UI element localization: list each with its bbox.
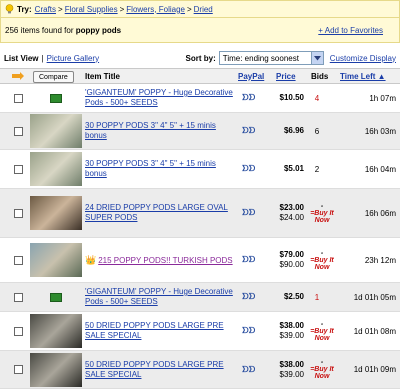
list-item: 30 POPPY PODS 3" 4" 5" + 15 minis bonus …	[0, 113, 400, 150]
suggestion-bar: Try: Crafts > Floral Supplies > Flowers,…	[0, 0, 400, 18]
time-left: 1d 01h 09m	[353, 365, 396, 374]
buy-it-now-icon: - =Buy It Now	[310, 359, 334, 380]
time-left: 1h 07m	[369, 93, 396, 103]
item-price: $38.00 $39.00	[279, 321, 304, 340]
paypal-icon: ᗤᗤ	[242, 326, 256, 335]
camera-icon	[50, 93, 62, 103]
time-left: 16h 04m	[364, 164, 396, 174]
paypal-icon: ᗤᗤ	[242, 164, 256, 173]
try-label: Try:	[17, 4, 32, 14]
result-count: 256	[5, 25, 19, 35]
bid-count: 1	[314, 292, 320, 302]
paypal-icon: ᗤᗤ	[242, 126, 256, 135]
item-price: $10.50	[279, 93, 304, 102]
item-thumbnail[interactable]	[30, 352, 82, 387]
item-price: $2.50	[283, 292, 304, 301]
results-table-header: Compare Item Title PayPal Price Bids Tim…	[0, 69, 400, 84]
item-price: $5.01	[283, 164, 304, 173]
list-item: 50 DRIED POPPY PODS LARGE PRE SALE SPECI…	[0, 351, 400, 389]
price-header[interactable]: Price	[276, 69, 296, 83]
item-price: $79.00 $90.00	[279, 250, 304, 269]
bids-header: Bids	[311, 71, 329, 81]
category-link-dried[interactable]: Dried	[194, 5, 213, 14]
camera-icon	[50, 292, 62, 302]
item-title-link[interactable]: 24 DRIED POPPY PODS LARGE OVAL SUPER POD…	[85, 203, 235, 223]
select-checkbox[interactable]	[14, 255, 23, 265]
compare-button[interactable]: Compare	[33, 71, 74, 83]
item-thumbnail[interactable]	[30, 243, 82, 277]
list-item: 'GIGANTEUM' POPPY - Huge Decorative Pods…	[0, 84, 400, 113]
paypal-icon: ᗤᗤ	[242, 93, 256, 102]
bid-count: 6	[314, 126, 320, 136]
select-checkbox[interactable]	[14, 164, 23, 174]
item-thumbnail[interactable]	[30, 314, 82, 348]
select-checkbox[interactable]	[14, 326, 23, 336]
time-left: 1d 01h 08m	[353, 326, 396, 336]
results-summary: 256 items found for poppy pods + Add to …	[0, 18, 400, 43]
item-title-link[interactable]: 30 POPPY PODS 3" 4" 5" + 15 minis bonus	[85, 159, 235, 179]
add-to-favorites-link[interactable]: + Add to Favorites	[318, 26, 383, 35]
item-price: $38.00 $39.00	[279, 359, 304, 379]
item-title-link[interactable]: 'GIGANTEUM' POPPY - Huge Decorative Pods…	[85, 287, 235, 307]
picture-gallery-link[interactable]: Picture Gallery	[47, 54, 99, 63]
paypal-icon: ᗤᗤ	[242, 364, 256, 374]
list-item: 👑 215 POPPY PODS!! TURKISH PODS ᗤᗤ $79.00…	[0, 238, 400, 283]
item-title-link[interactable]: 30 POPPY PODS 3" 4" 5" + 15 minis bonus	[85, 121, 235, 141]
time-left: 16h 06m	[364, 208, 396, 218]
paypal-icon: ᗤᗤ	[242, 292, 256, 301]
item-title-header: Item Title	[85, 71, 120, 81]
category-link-floral-supplies[interactable]: Floral Supplies	[65, 5, 118, 14]
select-checkbox[interactable]	[14, 292, 23, 302]
list-item: 30 POPPY PODS 3" 4" 5" + 15 minis bonus …	[0, 150, 400, 189]
paypal-icon: ᗤᗤ	[242, 208, 256, 217]
chevron-down-icon	[310, 52, 323, 64]
time-left: 1d 01h 05m	[353, 292, 396, 302]
item-thumbnail[interactable]	[30, 114, 82, 148]
select-checkbox[interactable]	[14, 126, 23, 136]
select-checkbox[interactable]	[14, 93, 23, 103]
item-price: $23.00 $24.00	[279, 203, 304, 222]
list-item: 50 DRIED POPPY PODS LARGE PRE SALE SPECI…	[0, 312, 400, 351]
buy-it-now-icon: - =Buy It Now	[310, 249, 334, 271]
search-query: poppy pods	[75, 25, 122, 35]
list-view-label: List View	[4, 53, 39, 63]
bid-count: 4	[314, 93, 320, 103]
crown-icon: 👑	[85, 254, 97, 265]
time-left: 16h 03m	[364, 126, 396, 136]
item-title-link[interactable]: 50 DRIED POPPY PODS LARGE PRE SALE SPECI…	[85, 360, 235, 380]
buy-it-now-icon: - =Buy It Now	[310, 202, 334, 224]
paypal-icon: ᗤᗤ	[242, 255, 256, 264]
bid-count: 2	[314, 164, 320, 174]
list-item: 'GIGANTEUM' POPPY - Huge Decorative Pods…	[0, 283, 400, 312]
sort-select[interactable]: Time: ending soonest	[218, 51, 324, 65]
item-title-link[interactable]: 215 POPPY PODS!! TURKISH PODS	[98, 256, 232, 265]
time-left-header[interactable]: Time Left ▲	[340, 69, 386, 83]
item-thumbnail[interactable]	[30, 152, 82, 186]
item-title-link[interactable]: 50 DRIED POPPY PODS LARGE PRE SALE SPECI…	[85, 321, 235, 341]
sort-by-label: Sort by:	[185, 53, 216, 63]
list-item: 24 DRIED POPPY PODS LARGE OVAL SUPER POD…	[0, 189, 400, 238]
select-checkbox[interactable]	[14, 208, 23, 218]
view-toolbar: List View | Picture Gallery Sort by: Tim…	[0, 48, 400, 69]
category-link-flowers-foliage[interactable]: Flowers, Foliage	[126, 5, 185, 14]
time-left: 23h 12m	[364, 255, 396, 265]
category-link-crafts[interactable]: Crafts	[35, 5, 56, 14]
item-thumbnail[interactable]	[30, 196, 82, 230]
customize-display-link[interactable]: Customize Display	[330, 54, 396, 63]
select-checkbox[interactable]	[14, 365, 23, 374]
lightbulb-icon	[5, 4, 14, 14]
sort-arrow-icon[interactable]	[12, 69, 24, 83]
item-price: $6.96	[283, 126, 304, 135]
buy-it-now-icon: - =Buy It Now	[310, 320, 334, 342]
paypal-header[interactable]: PayPal	[238, 69, 264, 83]
item-title-link[interactable]: 'GIGANTEUM' POPPY - Huge Decorative Pods…	[85, 88, 235, 108]
